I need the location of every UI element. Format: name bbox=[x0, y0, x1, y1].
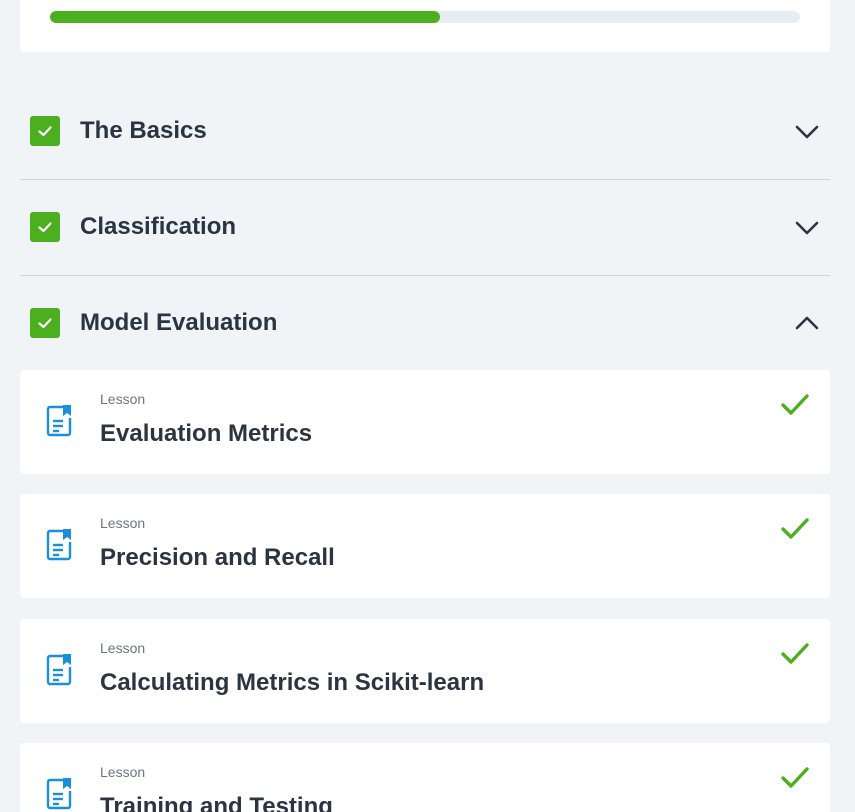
section-classification[interactable]: Classification bbox=[20, 179, 830, 276]
lesson-item-calculating-metrics[interactable]: Lesson Calculating Metrics in Scikit-lea… bbox=[20, 619, 830, 723]
chevron-down-icon[interactable] bbox=[794, 214, 820, 240]
section-title: The Basics bbox=[80, 117, 207, 144]
course-progress-fill bbox=[50, 11, 440, 23]
lesson-document-icon bbox=[46, 405, 72, 437]
lesson-document-icon bbox=[46, 654, 72, 686]
lesson-document-icon bbox=[46, 778, 72, 810]
section-complete-checkbox bbox=[30, 116, 60, 146]
chevron-down-icon[interactable] bbox=[794, 118, 820, 144]
lesson-title: Precision and Recall bbox=[100, 544, 335, 571]
progress-card bbox=[20, 0, 830, 52]
checkmark-icon bbox=[38, 318, 52, 329]
course-progress-bar bbox=[50, 11, 800, 23]
section-complete-checkbox bbox=[30, 212, 60, 242]
lesson-title: Training and Testing bbox=[100, 793, 333, 812]
checkmark-icon bbox=[38, 222, 52, 233]
lesson-type-label: Lesson bbox=[100, 640, 146, 656]
checkmark-icon bbox=[38, 126, 52, 137]
lesson-item-training-and-testing[interactable]: Lesson Training and Testing bbox=[20, 743, 830, 812]
lesson-type-label: Lesson bbox=[100, 391, 146, 407]
section-title: Model Evaluation bbox=[80, 309, 278, 336]
course-syllabus: The Basics Classification Model Evaluati bbox=[0, 0, 855, 812]
lesson-type-label: Lesson bbox=[100, 515, 146, 531]
lesson-item-evaluation-metrics[interactable]: Lesson Evaluation Metrics bbox=[20, 370, 830, 474]
chevron-up-icon[interactable] bbox=[794, 310, 820, 336]
lesson-type-label: Lesson bbox=[100, 764, 146, 780]
section-complete-checkbox bbox=[30, 308, 60, 338]
section-the-basics[interactable]: The Basics bbox=[20, 83, 830, 180]
lesson-complete-check-icon bbox=[781, 643, 809, 664]
lesson-title: Calculating Metrics in Scikit-learn bbox=[100, 669, 485, 696]
lesson-document-icon bbox=[46, 529, 72, 561]
lesson-complete-check-icon bbox=[781, 767, 809, 788]
lesson-complete-check-icon bbox=[781, 394, 809, 415]
section-title: Classification bbox=[80, 213, 237, 240]
lesson-complete-check-icon bbox=[781, 518, 809, 539]
lesson-title: Evaluation Metrics bbox=[100, 420, 313, 447]
section-model-evaluation[interactable]: Model Evaluation bbox=[20, 275, 830, 371]
lesson-item-precision-and-recall[interactable]: Lesson Precision and Recall bbox=[20, 494, 830, 598]
